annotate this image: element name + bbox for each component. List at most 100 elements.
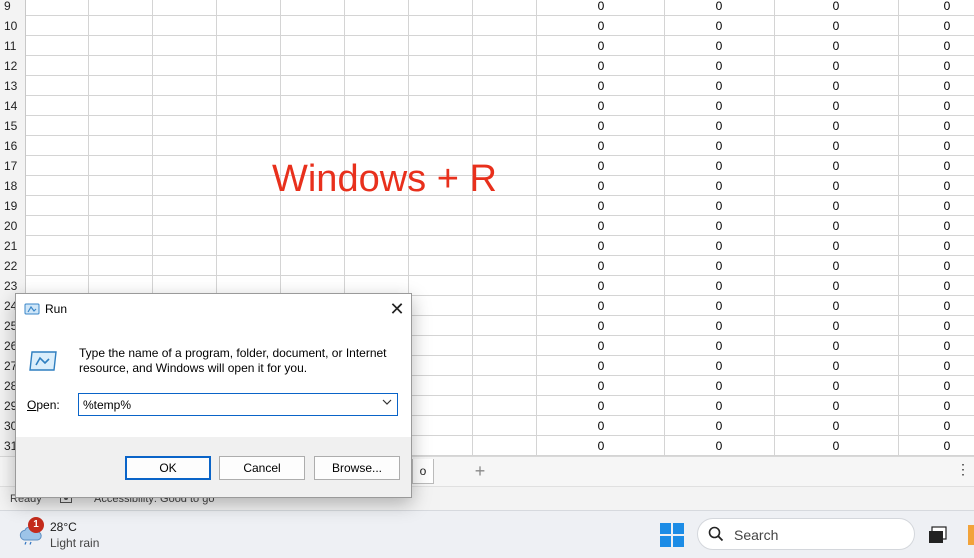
table-cell[interactable]: 0 <box>581 396 621 416</box>
task-view-icon[interactable] <box>928 526 948 544</box>
table-cell[interactable]: 0 <box>699 296 739 316</box>
table-cell[interactable]: 0 <box>581 0 621 16</box>
table-cell[interactable]: 0 <box>816 56 856 76</box>
table-cell[interactable]: 0 <box>927 156 967 176</box>
row-header[interactable]: 19 <box>0 196 26 216</box>
row-header[interactable]: 10 <box>0 16 26 36</box>
table-cell[interactable]: 0 <box>581 276 621 296</box>
table-cell[interactable]: 0 <box>816 76 856 96</box>
table-cell[interactable]: 0 <box>581 156 621 176</box>
table-cell[interactable]: 0 <box>927 196 967 216</box>
table-cell[interactable]: 0 <box>816 356 856 376</box>
table-cell[interactable]: 0 <box>927 0 967 16</box>
table-cell[interactable]: 0 <box>816 336 856 356</box>
row-header[interactable]: 20 <box>0 216 26 236</box>
cancel-button[interactable]: Cancel <box>219 456 305 480</box>
table-cell[interactable]: 0 <box>699 56 739 76</box>
table-cell[interactable]: 0 <box>927 76 967 96</box>
table-cell[interactable]: 0 <box>581 296 621 316</box>
table-cell[interactable]: 0 <box>699 276 739 296</box>
add-sheet-button[interactable]: + <box>470 459 490 483</box>
table-cell[interactable]: 0 <box>816 116 856 136</box>
row-header[interactable]: 21 <box>0 236 26 256</box>
table-cell[interactable]: 0 <box>927 236 967 256</box>
sheet-tab[interactable]: o <box>412 459 434 484</box>
table-cell[interactable]: 0 <box>699 36 739 56</box>
table-cell[interactable]: 0 <box>699 0 739 16</box>
table-cell[interactable]: 0 <box>927 176 967 196</box>
table-cell[interactable]: 0 <box>927 276 967 296</box>
table-cell[interactable]: 0 <box>699 216 739 236</box>
table-cell[interactable]: 0 <box>699 436 739 456</box>
table-cell[interactable]: 0 <box>927 376 967 396</box>
run-dialog-titlebar[interactable]: Run ✕ <box>16 294 411 325</box>
table-cell[interactable]: 0 <box>927 116 967 136</box>
table-cell[interactable]: 0 <box>699 156 739 176</box>
more-options-icon[interactable]: ⋮ <box>956 461 970 478</box>
table-cell[interactable]: 0 <box>581 236 621 256</box>
table-cell[interactable]: 0 <box>816 236 856 256</box>
table-cell[interactable]: 0 <box>816 36 856 56</box>
table-cell[interactable]: 0 <box>581 116 621 136</box>
table-cell[interactable]: 0 <box>581 136 621 156</box>
table-cell[interactable]: 0 <box>699 336 739 356</box>
table-cell[interactable]: 0 <box>927 256 967 276</box>
table-cell[interactable]: 0 <box>816 0 856 16</box>
table-cell[interactable]: 0 <box>927 316 967 336</box>
windows-start-icon[interactable] <box>660 523 684 547</box>
table-cell[interactable]: 0 <box>816 296 856 316</box>
table-cell[interactable]: 0 <box>927 16 967 36</box>
table-cell[interactable]: 0 <box>699 376 739 396</box>
weather-widget[interactable]: 1 28°C Light rain <box>16 517 136 553</box>
row-header[interactable]: 22 <box>0 256 26 276</box>
table-cell[interactable]: 0 <box>699 396 739 416</box>
table-cell[interactable]: 0 <box>927 36 967 56</box>
table-cell[interactable]: 0 <box>816 156 856 176</box>
table-cell[interactable]: 0 <box>816 256 856 276</box>
table-cell[interactable]: 0 <box>581 196 621 216</box>
table-cell[interactable]: 0 <box>816 136 856 156</box>
table-cell[interactable]: 0 <box>927 356 967 376</box>
table-cell[interactable]: 0 <box>699 316 739 336</box>
chevron-down-icon[interactable] <box>382 397 392 409</box>
table-cell[interactable]: 0 <box>581 16 621 36</box>
table-cell[interactable]: 0 <box>581 56 621 76</box>
table-cell[interactable]: 0 <box>581 336 621 356</box>
row-header[interactable]: 14 <box>0 96 26 116</box>
table-cell[interactable]: 0 <box>581 176 621 196</box>
table-cell[interactable]: 0 <box>699 136 739 156</box>
taskbar-app-icon[interactable] <box>968 525 974 545</box>
table-cell[interactable]: 0 <box>581 316 621 336</box>
table-cell[interactable]: 0 <box>816 416 856 436</box>
close-icon[interactable]: ✕ <box>386 298 408 320</box>
table-cell[interactable]: 0 <box>581 376 621 396</box>
table-cell[interactable]: 0 <box>581 76 621 96</box>
table-cell[interactable]: 0 <box>927 216 967 236</box>
table-cell[interactable]: 0 <box>581 436 621 456</box>
browse-button[interactable]: Browse... <box>314 456 400 480</box>
table-cell[interactable]: 0 <box>816 176 856 196</box>
table-cell[interactable]: 0 <box>927 416 967 436</box>
table-cell[interactable]: 0 <box>699 116 739 136</box>
taskbar-search-box[interactable]: Search <box>697 518 915 550</box>
open-combobox[interactable] <box>78 393 398 416</box>
table-cell[interactable]: 0 <box>699 96 739 116</box>
row-header[interactable]: 17 <box>0 156 26 176</box>
table-cell[interactable]: 0 <box>699 236 739 256</box>
table-cell[interactable]: 0 <box>699 356 739 376</box>
row-header[interactable]: 12 <box>0 56 26 76</box>
table-cell[interactable]: 0 <box>699 76 739 96</box>
table-cell[interactable]: 0 <box>581 416 621 436</box>
table-cell[interactable]: 0 <box>699 176 739 196</box>
row-header[interactable]: 9 <box>0 0 26 16</box>
row-header[interactable]: 16 <box>0 136 26 156</box>
table-cell[interactable]: 0 <box>816 376 856 396</box>
ok-button[interactable]: OK <box>125 456 211 480</box>
table-cell[interactable]: 0 <box>816 276 856 296</box>
table-cell[interactable]: 0 <box>581 36 621 56</box>
row-header[interactable]: 15 <box>0 116 26 136</box>
table-cell[interactable]: 0 <box>816 216 856 236</box>
table-cell[interactable]: 0 <box>816 96 856 116</box>
row-header[interactable]: 11 <box>0 36 26 56</box>
table-cell[interactable]: 0 <box>699 256 739 276</box>
